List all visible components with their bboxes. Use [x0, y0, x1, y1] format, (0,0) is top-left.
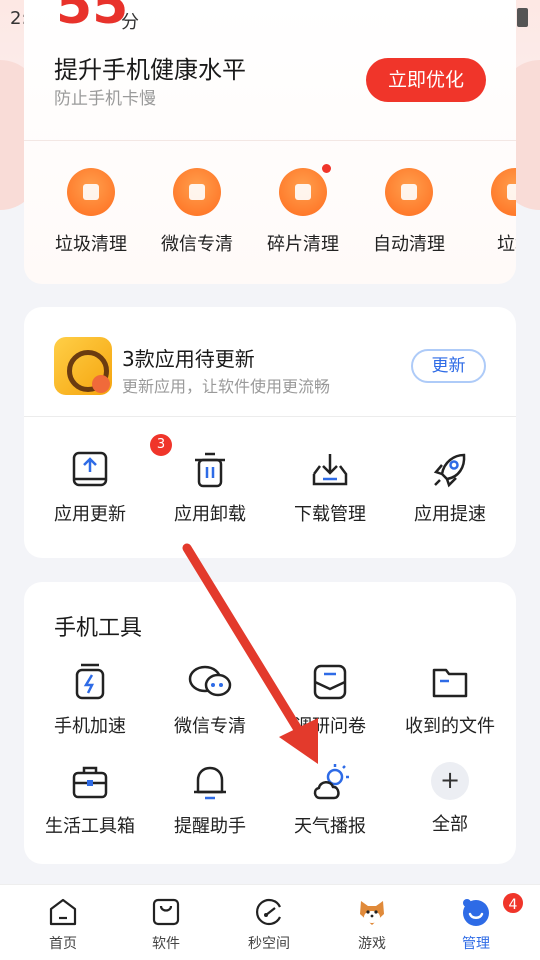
tool-label: 垃圾清理 — [55, 234, 127, 255]
home-icon — [48, 897, 78, 927]
tool-received-files[interactable]: 收到的文件 — [390, 662, 510, 738]
weather-icon — [310, 762, 350, 802]
envelope-icon — [310, 662, 350, 702]
health-score: 55 — [56, 0, 129, 36]
tool-label: 自动清理 — [373, 234, 445, 255]
nav-item-manage[interactable]: 4 管理 — [441, 891, 525, 953]
gauge-icon — [254, 897, 284, 927]
tool-trash-clean[interactable]: 垃圾清理 — [46, 168, 136, 256]
app-update-icon — [54, 337, 112, 395]
action-label: 下载管理 — [294, 504, 366, 525]
optimize-button[interactable]: 立即优化 — [366, 58, 486, 102]
lightning-jar-icon — [70, 662, 110, 702]
score-unit: 分 — [121, 12, 139, 33]
nav-label: 首页 — [49, 936, 77, 952]
shiba-icon — [357, 897, 387, 927]
tool-label: 天气播报 — [294, 816, 366, 837]
auto-clean-icon — [385, 168, 433, 216]
bag-icon — [151, 897, 181, 927]
folder-icon — [430, 662, 470, 702]
battery-icon — [517, 8, 528, 27]
upload-box-icon: 3 — [70, 434, 172, 490]
wechat-clean-icon — [173, 168, 221, 216]
update-title: 3款应用待更新 — [122, 347, 255, 371]
divider — [24, 140, 516, 141]
bottom-nav: 首页 软件 秒空间 游戏 4 管理 — [0, 884, 540, 960]
phone-tools-card: 手机工具 手机加速 微信专清 调研问卷 收到的文件 生活工具箱 提醒助手 天气播… — [24, 582, 516, 864]
nav-label: 管理 — [462, 936, 490, 952]
nav-item-home[interactable]: 首页 — [28, 897, 98, 953]
download-tray-icon — [310, 450, 350, 490]
tool-label: 收到的文件 — [405, 716, 495, 737]
app-update-item[interactable]: 3 应用更新 — [30, 434, 172, 526]
tool-label: 手机加速 — [54, 716, 126, 737]
tool-fragment-clean[interactable]: 碎片清理 — [258, 168, 348, 256]
tool-life-toolbox[interactable]: 生活工具箱 — [30, 762, 150, 838]
plus-icon: + — [431, 762, 469, 800]
trash-clean-icon — [491, 168, 516, 216]
nav-label: 秒空间 — [248, 936, 290, 952]
trash-clean-icon — [67, 168, 115, 216]
toolbox-icon — [70, 762, 110, 802]
health-subtitle: 防止手机卡慢 — [54, 89, 156, 109]
trash-bin-icon — [190, 450, 230, 490]
tool-label: 生活工具箱 — [45, 816, 135, 837]
action-label: 应用提速 — [414, 504, 486, 525]
tool-label: 调研问卷 — [294, 716, 366, 737]
health-card: 提升手机健康水平 防止手机卡慢 立即优化 垃圾清理 微信专清 碎片清理 自动清理… — [24, 0, 516, 284]
tool-label: 提醒助手 — [174, 816, 246, 837]
tool-auto-clean[interactable]: 自动清理 — [364, 168, 454, 256]
nav-label: 软件 — [152, 936, 180, 952]
app-speedup-item[interactable]: 应用提速 — [390, 450, 510, 526]
app-uninstall-item[interactable]: 应用卸载 — [150, 450, 270, 526]
tool-reminder[interactable]: 提醒助手 — [150, 762, 270, 838]
rocket-icon — [430, 450, 470, 490]
tool-trash-clean-2[interactable]: 垃圾 — [470, 168, 516, 256]
tool-label: 碎片清理 — [267, 234, 339, 255]
manage-badge: 4 — [501, 891, 525, 915]
tool-phone-speedup[interactable]: 手机加速 — [30, 662, 150, 738]
update-button[interactable]: 更新 — [411, 349, 486, 383]
action-label: 应用更新 — [54, 504, 126, 525]
health-title: 提升手机健康水平 — [54, 56, 246, 84]
download-manage-item[interactable]: 下载管理 — [270, 450, 390, 526]
fragment-clean-icon — [279, 168, 327, 216]
nav-item-games[interactable]: 游戏 — [337, 897, 407, 953]
tool-weather[interactable]: 天气播报 — [270, 762, 390, 838]
action-label: 应用卸载 — [174, 504, 246, 525]
tool-label: 微信专清 — [174, 716, 246, 737]
tool-label: 微信专清 — [161, 234, 233, 255]
divider — [24, 416, 516, 417]
update-card: 3款应用待更新 更新应用，让软件使用更流畅 更新 3 应用更新 应用卸载 下载管… — [24, 307, 516, 558]
update-subtitle: 更新应用，让软件使用更流畅 — [122, 377, 331, 396]
nav-item-space[interactable]: 秒空间 — [234, 897, 304, 953]
chat-bubbles-icon — [187, 662, 233, 702]
nav-item-software[interactable]: 软件 — [131, 897, 201, 953]
tool-survey[interactable]: 调研问卷 — [270, 662, 390, 738]
new-dot — [322, 164, 331, 173]
manage-icon: 4 — [461, 891, 525, 927]
tool-wechat-clean[interactable]: 微信专清 — [152, 168, 242, 256]
tool-label: 全部 — [432, 814, 468, 835]
phone-tools-title: 手机工具 — [54, 616, 143, 641]
tool-wechat-clean-2[interactable]: 微信专清 — [150, 662, 270, 738]
tool-all[interactable]: + 全部 — [390, 762, 510, 836]
nav-label: 游戏 — [358, 936, 386, 952]
tool-label: 垃圾 — [497, 234, 516, 255]
bell-icon — [190, 762, 230, 802]
